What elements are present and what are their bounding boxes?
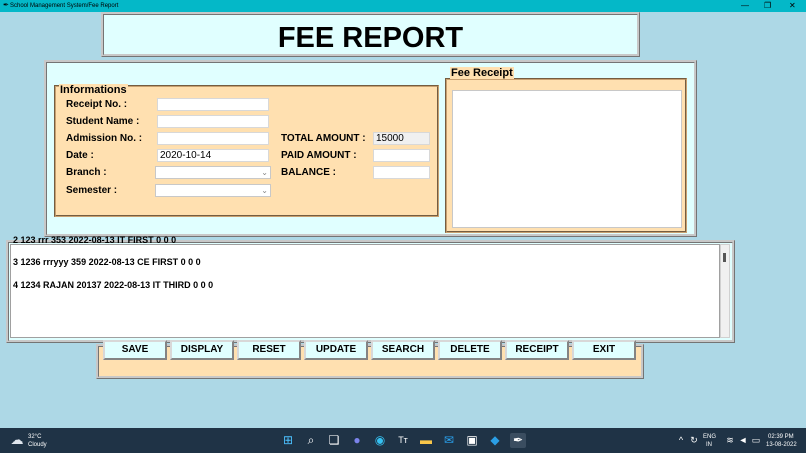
mail-icon[interactable]: ✉ (441, 433, 457, 448)
exit-button[interactable]: EXIT (572, 340, 636, 360)
text-icon[interactable]: Tт (395, 433, 411, 448)
minimize-button[interactable]: — (741, 0, 749, 12)
total-amount-field: 15000 (373, 132, 430, 145)
admission-no-label: Admission No. : (66, 133, 143, 144)
feather-icon: ✒ (3, 2, 9, 9)
branch-select[interactable]: ⌄ (155, 166, 271, 179)
search-icon[interactable]: ⌕ (303, 433, 319, 448)
edge-icon[interactable]: ◉ (372, 433, 388, 448)
teams-icon[interactable]: ● (349, 433, 365, 448)
balance-input[interactable] (373, 166, 430, 179)
paid-amount-label: PAID AMOUNT : (281, 150, 357, 161)
start-icon[interactable]: ⊞ (280, 433, 296, 448)
store-icon[interactable]: ▣ (464, 433, 480, 448)
weather-desc[interactable]: Cloudy (28, 441, 47, 449)
records-scrollbar[interactable] (720, 244, 730, 338)
fee-receipt-legend: Fee Receipt (450, 67, 514, 79)
display-button[interactable]: DISPLAY (170, 340, 234, 360)
receipt-no-input[interactable] (157, 98, 269, 111)
balance-label: BALANCE : (281, 167, 336, 178)
header-panel: FEE REPORT (101, 12, 640, 57)
save-button[interactable]: SAVE (103, 340, 167, 360)
update-button[interactable]: UPDATE (304, 340, 368, 360)
semester-label: Semester : (66, 185, 118, 196)
list-item[interactable]: 4 1234 RAJAN 20137 2022-08-13 IT THIRD 0… (13, 280, 213, 291)
date-input[interactable]: 2020-10-14 (157, 149, 269, 162)
cloud-icon[interactable]: ☁ (9, 432, 25, 447)
paid-amount-input[interactable] (373, 149, 430, 162)
fee-receipt-text[interactable] (452, 90, 682, 228)
taskbar: ☁ 32°C Cloudy ⊞ ⌕ ❏ ● ◉ Tт ▬ ✉ ▣ ◆ ✒ ^ ↻… (0, 428, 806, 453)
receipt-no-label: Receipt No. : (66, 99, 128, 110)
python-icon[interactable]: ✒ (510, 433, 526, 448)
list-item[interactable]: 3 1236 rrryyy 359 2022-08-13 CE FIRST 0 … (13, 257, 201, 268)
clock-time[interactable]: 02:39 PM (768, 433, 794, 441)
semester-select[interactable]: ⌄ (155, 184, 271, 197)
task-view-icon[interactable]: ❏ (326, 433, 342, 448)
receipt-button[interactable]: RECEIPT (505, 340, 569, 360)
branch-label: Branch : (66, 167, 107, 178)
sync-icon[interactable]: ↻ (686, 433, 702, 448)
language-top[interactable]: ENG (703, 433, 716, 441)
student-name-input[interactable] (157, 115, 269, 128)
battery-icon[interactable]: ▭ (748, 433, 764, 448)
weather-temp[interactable]: 32°C (28, 433, 41, 441)
list-item[interactable]: 2 123 rrr 353 2022-08-13 IT FIRST 0 0 0 (13, 235, 176, 246)
language-bottom[interactable]: IN (706, 441, 712, 449)
total-amount-label: TOTAL AMOUNT : (281, 133, 366, 144)
clock-date[interactable]: 13-08-2022 (766, 441, 797, 449)
vscode-icon[interactable]: ◆ (487, 433, 503, 448)
app-window: FEE REPORT Informations Receipt No. : St… (0, 12, 806, 428)
chevron-down-icon: ⌄ (261, 186, 268, 195)
delete-button[interactable]: DELETE (438, 340, 502, 360)
informations-legend: Informations (59, 84, 128, 96)
search-button[interactable]: SEARCH (371, 340, 435, 360)
admission-no-input[interactable] (157, 132, 269, 145)
maximize-button[interactable]: ❐ (764, 0, 771, 12)
window-title: School Management System/Fee Report (10, 3, 119, 9)
scrollbar-thumb[interactable] (723, 253, 726, 262)
date-label: Date : (66, 150, 94, 161)
reset-button[interactable]: RESET (237, 340, 301, 360)
student-name-label: Student Name : (66, 116, 140, 127)
page-title: FEE REPORT (277, 22, 464, 54)
window-titlebar: ✒ School Management System/Fee Report — … (0, 0, 806, 12)
close-button[interactable]: ✕ (789, 0, 796, 12)
file-explorer-icon[interactable]: ▬ (418, 433, 434, 448)
chevron-down-icon: ⌄ (261, 168, 268, 177)
